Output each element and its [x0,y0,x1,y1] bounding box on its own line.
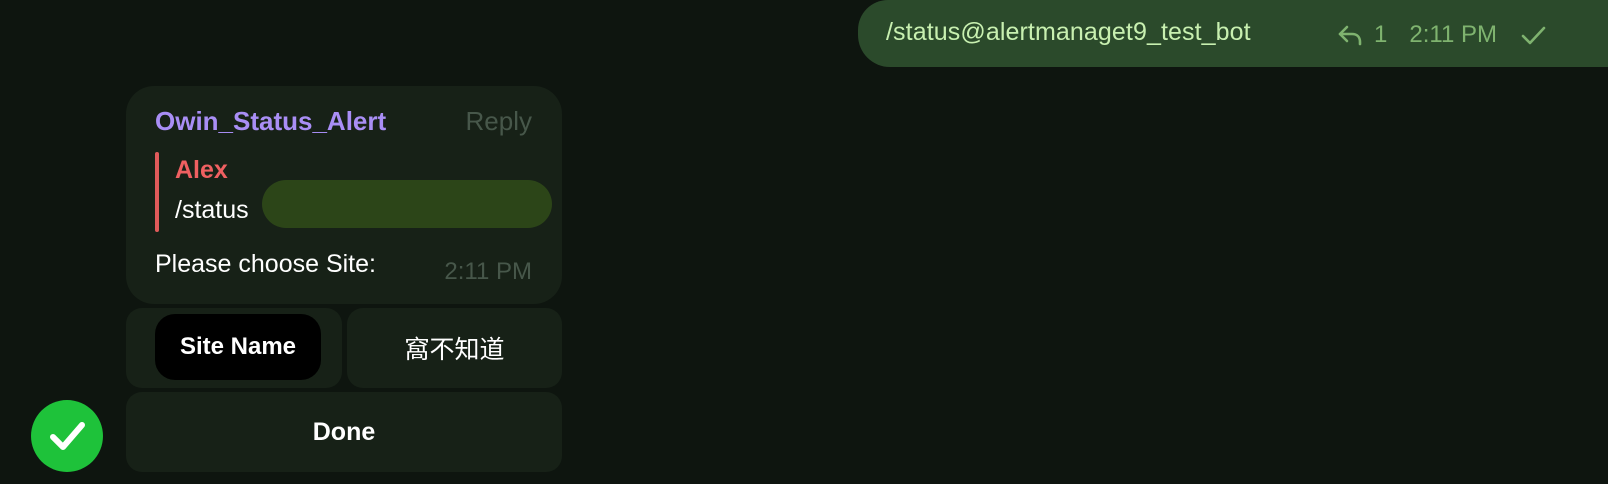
outgoing-message-meta: 1 2:11 PM [1336,20,1547,50]
checkmark-icon [50,422,85,450]
outgoing-message-time: 2:11 PM [1409,21,1497,48]
avatar[interactable] [31,400,103,472]
sender-name[interactable]: Owin_Status_Alert [155,106,386,137]
site-name-label: Site Name [155,314,321,380]
outgoing-message-text: /status@alertmanaget9_test_bot [886,18,1251,46]
incoming-message-bubble: Owin_Status_Alert Reply Alex /status Ple… [126,86,562,304]
done-button[interactable]: Done [126,392,562,472]
outgoing-message-bubble[interactable]: /status@alertmanaget9_test_bot 1 2:11 PM [858,0,1608,67]
quote-bar [155,152,159,232]
check-icon [1521,26,1546,45]
redacted-area [262,180,552,228]
keyboard-button-unknown[interactable]: 窩不知道 [347,308,562,388]
reply-arrow-icon[interactable] [1336,21,1364,49]
incoming-message-text: Please choose Site: [155,250,376,278]
incoming-message-time: 2:11 PM [444,258,532,285]
keyboard-button-site[interactable]: Site Name [126,308,342,388]
reply-count[interactable]: 1 [1374,21,1387,49]
quote-text[interactable]: /status [175,196,249,225]
quote-author[interactable]: Alex [175,156,228,185]
reply-button[interactable]: Reply [466,106,532,137]
